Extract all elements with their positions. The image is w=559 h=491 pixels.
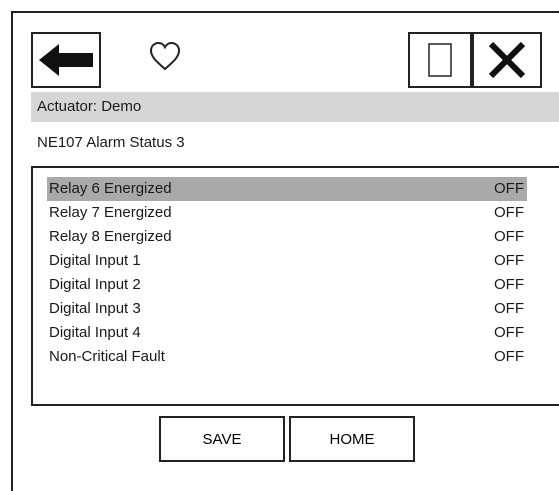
heart-icon[interactable] bbox=[148, 40, 182, 74]
list-item[interactable]: Digital Input 2 OFF bbox=[47, 273, 527, 297]
back-button[interactable] bbox=[31, 32, 101, 88]
list-item-label: Digital Input 3 bbox=[49, 300, 141, 317]
list-item-value: OFF bbox=[494, 348, 524, 365]
list-item[interactable]: Relay 7 Energized OFF bbox=[47, 201, 527, 225]
list-item-value: OFF bbox=[494, 252, 524, 269]
actuator-header: Actuator: Demo bbox=[31, 92, 559, 122]
list-item-value: OFF bbox=[494, 276, 524, 293]
list-item-label: Digital Input 1 bbox=[49, 252, 141, 269]
list-item-label: Non-Critical Fault bbox=[49, 348, 165, 365]
list-item-value: OFF bbox=[494, 228, 524, 245]
save-button[interactable]: SAVE bbox=[159, 416, 285, 462]
list-item-label: Relay 8 Energized bbox=[49, 228, 172, 245]
list-item-value: OFF bbox=[494, 204, 524, 221]
list-item-label: Relay 7 Energized bbox=[49, 204, 172, 221]
page-title: NE107 Alarm Status 3 bbox=[37, 134, 185, 151]
alarm-status-list[interactable]: Relay 6 Energized OFF Relay 7 Energized … bbox=[31, 166, 559, 406]
close-x-icon bbox=[488, 41, 526, 79]
list-item[interactable]: Digital Input 4 OFF bbox=[47, 321, 527, 345]
list-item-value: OFF bbox=[494, 324, 524, 341]
blank-page-icon bbox=[428, 43, 452, 77]
list-item[interactable]: Relay 6 Energized OFF bbox=[47, 177, 527, 201]
list-item[interactable]: Relay 8 Energized OFF bbox=[47, 225, 527, 249]
list-item-value: OFF bbox=[494, 300, 524, 317]
close-button[interactable] bbox=[472, 32, 542, 88]
list-item-label: Relay 6 Energized bbox=[49, 180, 172, 197]
home-button[interactable]: HOME bbox=[289, 416, 415, 462]
list-item-value: OFF bbox=[494, 180, 524, 197]
alarm-list-rows: Relay 6 Energized OFF Relay 7 Energized … bbox=[47, 177, 527, 369]
page-button[interactable] bbox=[408, 32, 472, 88]
list-item[interactable]: Non-Critical Fault OFF bbox=[47, 345, 527, 369]
list-item[interactable]: Digital Input 3 OFF bbox=[47, 297, 527, 321]
list-item-label: Digital Input 2 bbox=[49, 276, 141, 293]
list-item-label: Digital Input 4 bbox=[49, 324, 141, 341]
back-arrow-icon bbox=[39, 44, 93, 76]
list-item[interactable]: Digital Input 1 OFF bbox=[47, 249, 527, 273]
actuator-label: Actuator: Demo bbox=[37, 98, 142, 115]
